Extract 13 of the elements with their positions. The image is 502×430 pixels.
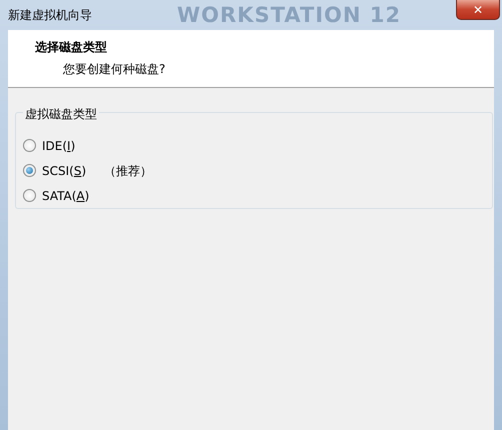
option-label[interactable]: SCSI(S) <box>42 162 86 180</box>
brand-logo: WORKSTATION 12 <box>177 2 401 29</box>
page-subtitle: 您要创建何种磁盘? <box>62 61 166 78</box>
close-button[interactable]: ✕ <box>456 0 500 20</box>
radio-button[interactable] <box>23 139 36 152</box>
window-title: 新建虚拟机向导 <box>8 7 92 24</box>
page-title: 选择磁盘类型 <box>35 39 108 56</box>
group-title: 虚拟磁盘类型 <box>23 105 99 123</box>
option-label[interactable]: SATA(A) <box>42 186 90 204</box>
radio-button[interactable] <box>23 164 36 177</box>
radio-button[interactable] <box>23 189 36 202</box>
option-label[interactable]: IDE(I) <box>42 136 76 154</box>
recommended-note: （推荐） <box>104 162 152 180</box>
